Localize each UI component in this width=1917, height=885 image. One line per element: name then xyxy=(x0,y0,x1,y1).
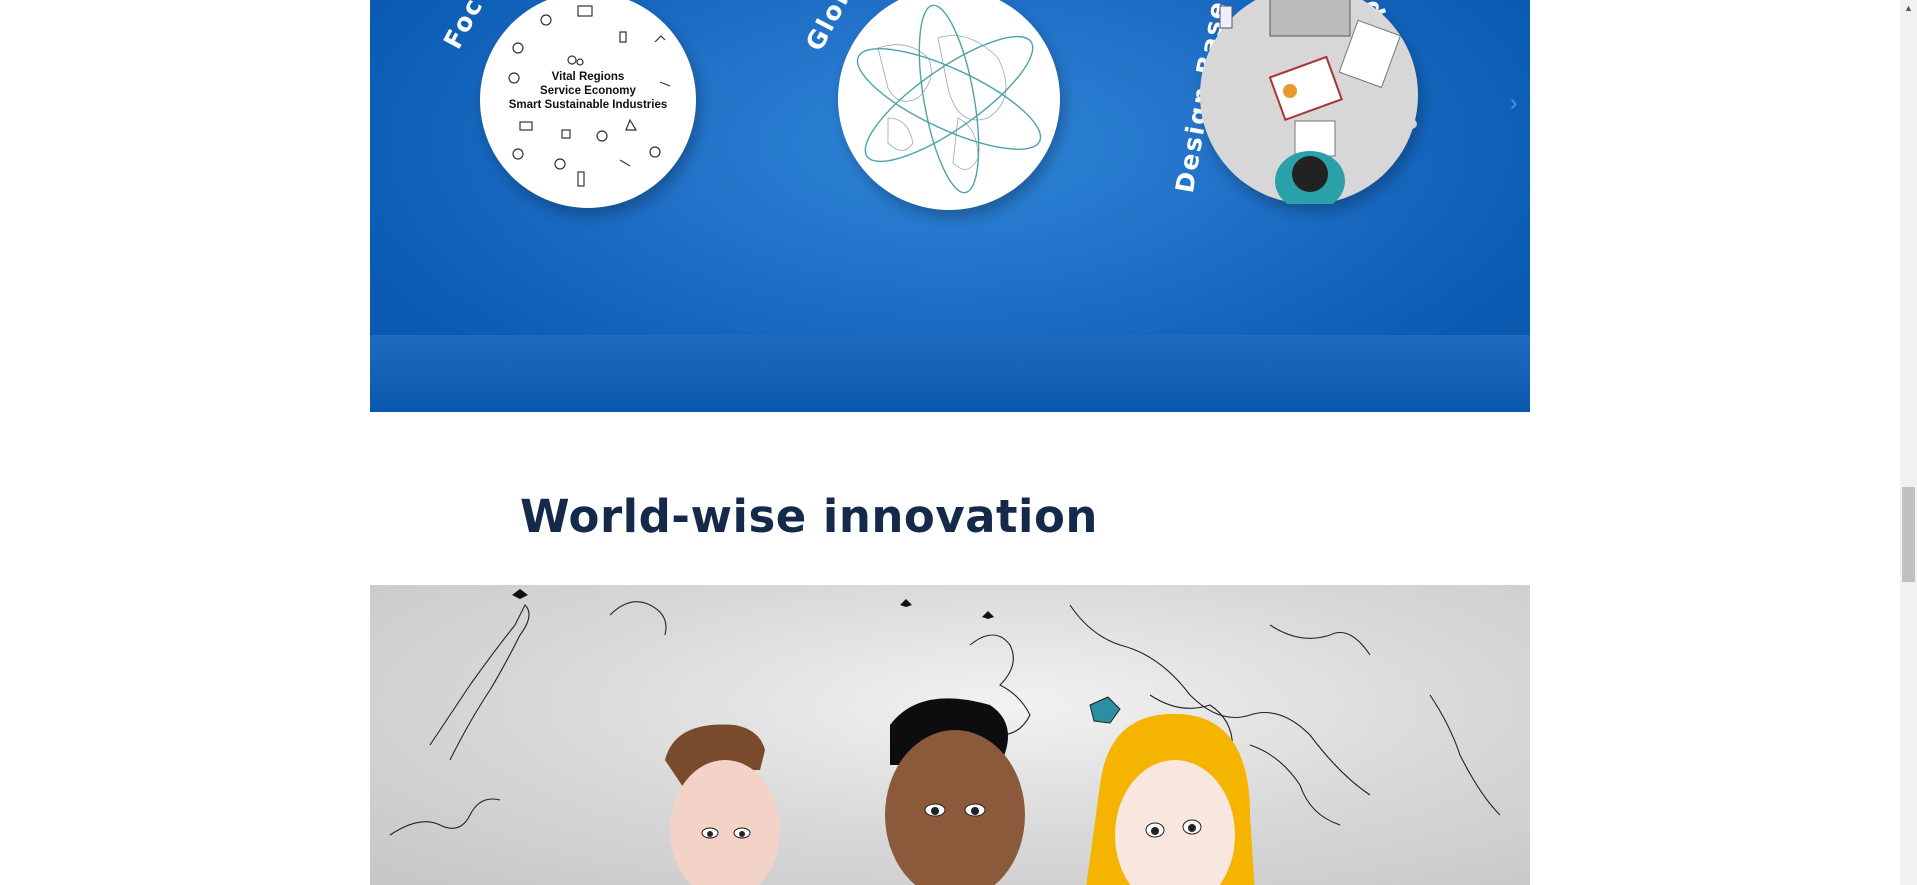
hero-floor xyxy=(370,335,1530,412)
person-right xyxy=(1086,713,1255,885)
scrollbar-thumb[interactable] xyxy=(1902,487,1915,582)
line-service-economy: Service Economy xyxy=(540,85,636,97)
circle-global-approach xyxy=(838,0,1060,210)
globe-icon xyxy=(856,4,1042,194)
europe-map-illustration xyxy=(389,589,1501,885)
circle-focus-areas: Vital Regions Service Economy Smart Sust… xyxy=(480,0,696,208)
line-vital-regions: Vital Regions xyxy=(551,71,625,83)
line-smart-industries: Smart Sustainable Industries xyxy=(508,99,668,111)
hero-video[interactable]: Focus ... Vital Regions Service Economy … xyxy=(370,0,1530,412)
person-left xyxy=(665,724,780,885)
scroll-up-arrow-icon[interactable]: ▲ xyxy=(1900,0,1917,17)
section-heading: World-wise innovation xyxy=(520,490,1098,543)
desk-scene-icon xyxy=(1219,0,1401,211)
world-wise-video[interactable] xyxy=(370,585,1530,885)
page-scrollbar[interactable]: ▲ xyxy=(1900,0,1917,885)
person-middle xyxy=(885,698,1025,885)
carousel-next-arrow-icon[interactable]: › xyxy=(1510,90,1517,116)
circle-design-education xyxy=(1200,0,1418,211)
circle-focus-text: Vital Regions Service Economy Smart Sust… xyxy=(480,70,696,112)
